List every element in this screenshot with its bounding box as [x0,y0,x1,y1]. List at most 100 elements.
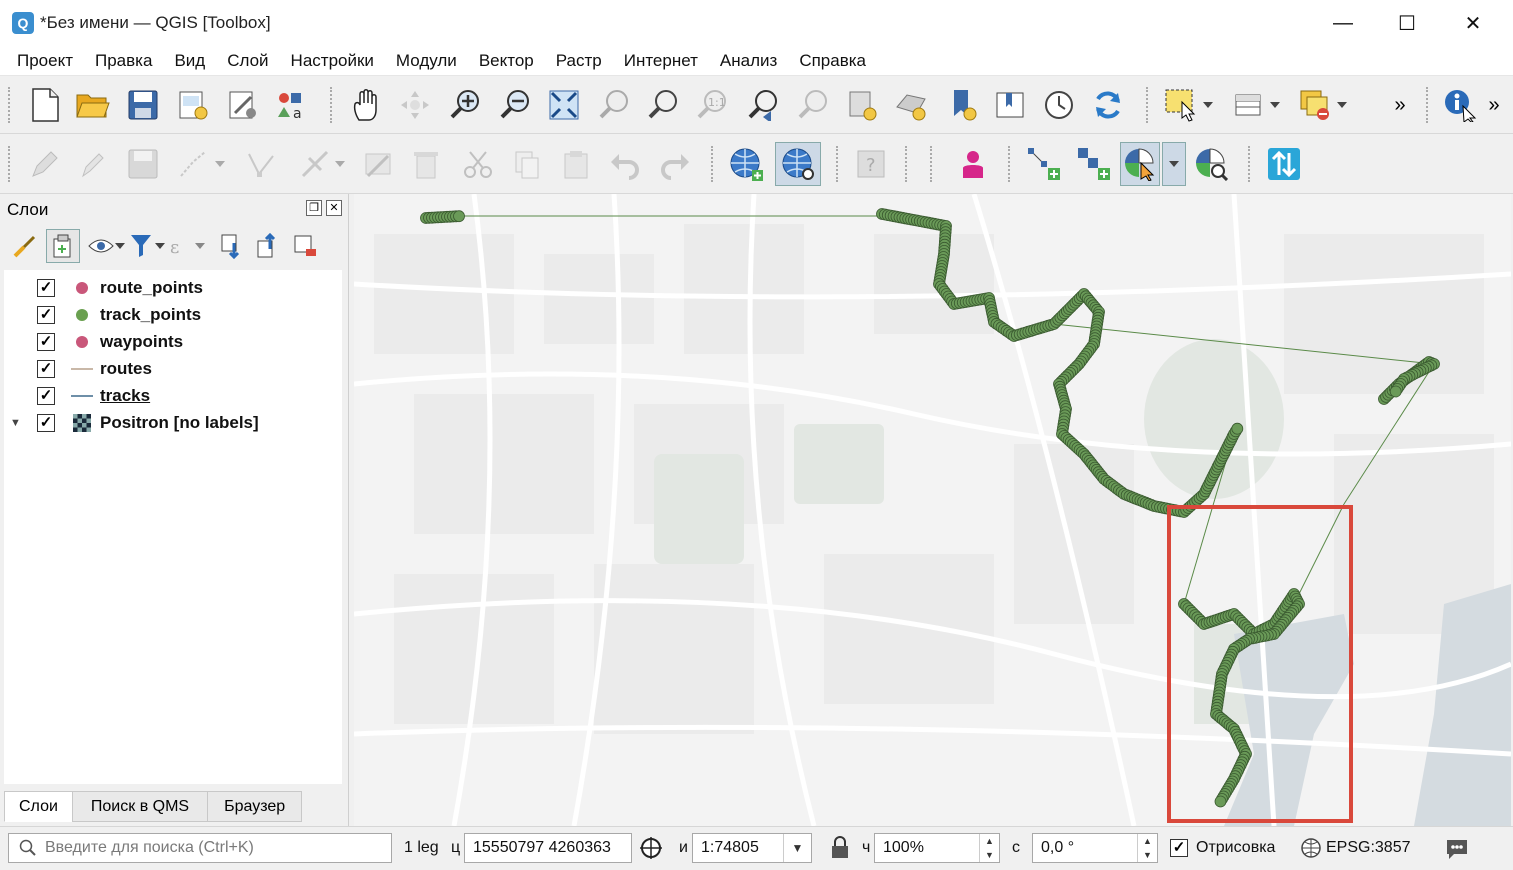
attribute-table-icon[interactable] [1230,87,1266,123]
layer-visibility-checkbox[interactable]: ✓ [37,278,55,297]
save-project-icon[interactable] [125,87,161,123]
tab-browser[interactable]: Браузер [207,791,303,822]
digitize-tool-icon[interactable] [297,146,333,182]
layer-visibility-checkbox[interactable]: ✓ [37,413,55,432]
select-features-icon[interactable] [1163,87,1199,123]
menu-edit[interactable]: Правка [84,51,163,71]
chevron-down-icon[interactable] [1198,87,1218,123]
remove-layer-icon[interactable] [290,230,320,262]
toolbar-overflow-icon[interactable]: » [1484,87,1504,123]
toolbar-handle[interactable] [930,146,934,182]
close-button[interactable]: ✕ [1440,0,1506,46]
add-group-icon[interactable] [46,229,80,263]
select-by-location-icon[interactable] [1120,142,1160,186]
toolbar-handle[interactable] [8,146,12,182]
current-edits-icon[interactable] [75,146,111,182]
zoom-native-resolution-icon[interactable]: 1:1 [694,87,730,123]
layout-manager-icon[interactable] [225,87,261,123]
toolbar-handle[interactable] [330,87,334,123]
map-canvas[interactable] [354,194,1511,826]
toolbar-overflow-icon[interactable]: » [1390,87,1410,123]
refresh-icon[interactable] [1090,87,1126,123]
zoom-out-icon[interactable] [497,87,533,123]
help-icon[interactable]: ? [853,146,889,182]
coordinate-field[interactable]: 15550797 4260363 [464,833,632,863]
menu-raster[interactable]: Растр [545,51,613,71]
identify-features-icon[interactable] [1442,87,1478,123]
scale-field[interactable]: 1:74805 ▼ [692,833,812,863]
save-edits-icon[interactable] [125,146,161,182]
messages-icon[interactable] [1444,837,1470,861]
delete-selected-icon[interactable] [408,146,444,182]
cut-features-icon[interactable] [460,146,496,182]
rotation-field[interactable]: 0,0 ° ▲ ▼ [1032,833,1158,863]
add-polygon-layer-icon[interactable] [1076,146,1112,182]
toolbar-handle[interactable] [1146,87,1150,123]
toolbar-handle[interactable] [1248,146,1252,182]
menu-project[interactable]: Проект [6,51,84,71]
modify-attributes-icon[interactable] [360,146,396,182]
zoom-in-icon[interactable] [447,87,483,123]
chevron-down-icon[interactable] [192,230,208,262]
new-print-layout-icon[interactable] [175,87,211,123]
copy-features-icon[interactable] [508,146,544,182]
chevron-down-icon[interactable] [1332,87,1352,123]
paste-features-icon[interactable] [558,146,594,182]
toolbar-handle[interactable] [1008,146,1012,182]
zoom-next-icon[interactable] [795,87,831,123]
close-panel-icon[interactable]: ✕ [326,200,342,216]
maximize-button[interactable]: ☐ [1374,0,1440,46]
minimize-button[interactable]: — [1310,0,1376,46]
add-line-feature-icon[interactable] [175,146,211,182]
zoom-to-layer-icon[interactable] [645,87,681,123]
sort-arrows-icon[interactable] [1266,146,1302,182]
float-panel-icon[interactable]: ❐ [306,200,322,216]
pan-to-selection-icon[interactable] [397,87,433,123]
toolbar-handle[interactable] [905,146,909,182]
coordinate-toggle-icon[interactable] [638,835,664,861]
chevron-down-icon[interactable] [210,146,230,182]
new-project-icon[interactable] [27,87,63,123]
render-checkbox[interactable]: ✓ [1170,839,1188,857]
new-3d-map-view-icon[interactable] [893,87,929,123]
zoom-full-icon[interactable] [546,87,582,123]
collapse-all-icon[interactable] [252,230,282,262]
layer-item-waypoints[interactable]: ✓ waypoints [4,328,342,355]
menu-vector[interactable]: Вектор [468,51,545,71]
lock-scale-icon[interactable] [830,836,852,862]
tab-qms-search[interactable]: Поиск в QMS [71,791,209,822]
layer-visibility-checkbox[interactable]: ✓ [37,332,55,351]
toolbar-handle[interactable] [8,87,12,123]
chevron-down-icon[interactable]: ▼ [783,834,811,862]
add-xyz-layer-icon[interactable] [728,146,764,182]
menu-help[interactable]: Справка [788,51,877,71]
magnifier-field[interactable]: 100% ▲ ▼ [874,833,1000,863]
undo-icon[interactable] [607,146,643,182]
layer-item-positron[interactable]: ▼ ✓ Positron [no labels] [4,409,342,436]
style-manager-icon[interactable]: a [273,87,309,123]
filter-expression-icon[interactable]: ε [164,230,194,262]
crs-label[interactable]: EPSG:3857 [1326,839,1411,857]
geocoding-person-icon[interactable] [955,146,991,182]
deselect-features-icon[interactable] [1297,87,1333,123]
toolbar-handle[interactable] [711,146,715,182]
toggle-editing-icon[interactable] [27,146,63,182]
expand-arrow-icon[interactable]: ▼ [10,417,22,429]
spinner-arrows-icon[interactable]: ▲ ▼ [979,834,999,862]
layer-visibility-checkbox[interactable]: ✓ [37,359,55,378]
toolbar-handle[interactable] [1426,87,1430,123]
add-vertex-layer-icon[interactable] [1026,146,1062,182]
spinner-arrows-icon[interactable]: ▲ ▼ [1137,834,1157,862]
temporal-controller-icon[interactable] [1041,87,1077,123]
locator-search-box[interactable]: Введите для поиска (Ctrl+K) [8,833,392,863]
search-qms-icon[interactable] [775,142,821,186]
zoom-last-icon[interactable] [745,87,781,123]
menu-web[interactable]: Интернет [613,51,709,71]
globe-crs-icon[interactable] [1300,837,1322,859]
chevron-down-icon[interactable] [1265,87,1285,123]
style-brush-icon[interactable] [10,230,40,262]
new-bookmark-icon[interactable] [944,87,980,123]
layer-visibility-checkbox[interactable]: ✓ [37,386,55,405]
menu-view[interactable]: Вид [163,51,216,71]
toolbar-handle[interactable] [836,146,840,182]
